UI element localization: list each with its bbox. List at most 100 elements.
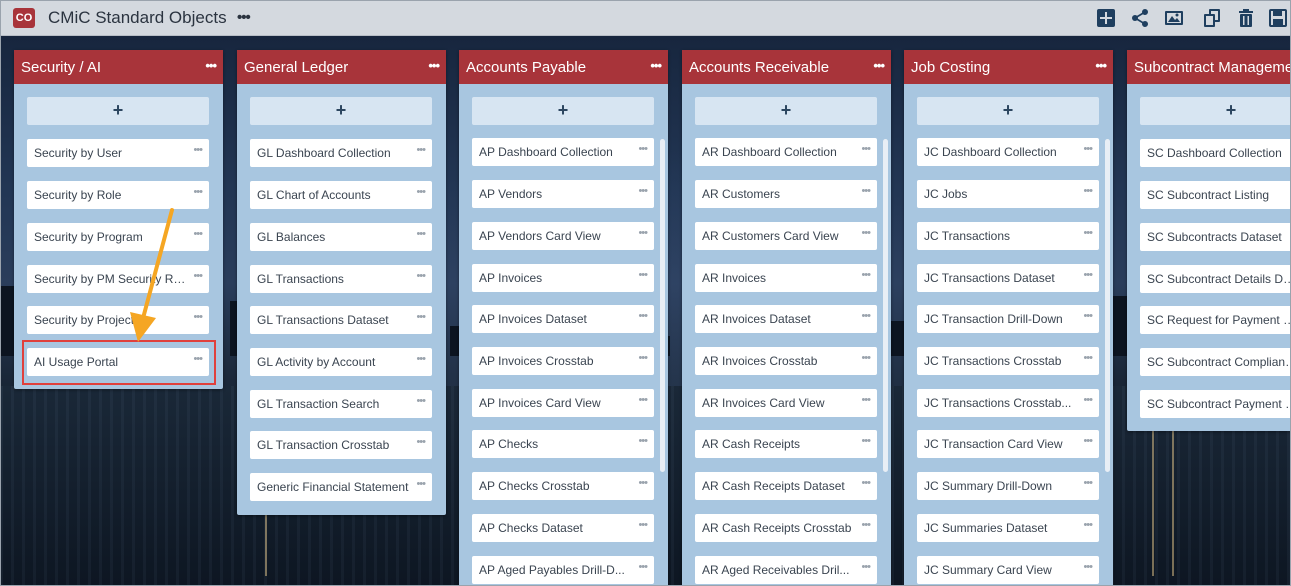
item-menu-icon[interactable]: ••• (193, 228, 203, 240)
list-item[interactable]: GL Transactions Dataset ••• (250, 306, 432, 334)
item-menu-icon[interactable]: ••• (861, 435, 871, 447)
item-menu-icon[interactable]: ••• (638, 227, 648, 239)
image-icon[interactable] (1164, 8, 1184, 28)
list-item[interactable]: GL Activity by Account ••• (250, 348, 432, 376)
list-item[interactable]: SC Subcontract Listing (1140, 181, 1291, 209)
item-menu-icon[interactable]: ••• (638, 519, 648, 531)
item-menu-icon[interactable]: ••• (193, 270, 203, 282)
save-icon[interactable] (1268, 8, 1288, 28)
list-item[interactable]: AR Aged Receivables Dril... ••• (695, 556, 877, 584)
trash-icon[interactable] (1236, 8, 1256, 28)
add-item-button[interactable]: + (250, 97, 432, 125)
item-menu-icon[interactable]: ••• (1083, 519, 1093, 531)
item-menu-icon[interactable]: ••• (638, 394, 648, 406)
item-menu-icon[interactable]: ••• (861, 143, 871, 155)
item-menu-icon[interactable]: ••• (638, 310, 648, 322)
list-item[interactable]: AP Invoices Dataset ••• (472, 305, 654, 333)
list-item[interactable]: JC Summary Card View ••• (917, 556, 1099, 584)
item-menu-icon[interactable]: ••• (416, 270, 426, 282)
list-item[interactable]: SC Subcontracts Dataset (1140, 223, 1291, 251)
list-item[interactable]: AP Aged Payables Drill-D... ••• (472, 556, 654, 584)
list-item[interactable]: GL Transactions ••• (250, 265, 432, 293)
item-menu-icon[interactable]: ••• (193, 144, 203, 156)
list-item[interactable]: AP Checks Crosstab ••• (472, 472, 654, 500)
list-item[interactable]: AP Vendors ••• (472, 180, 654, 208)
add-item-button[interactable]: + (1140, 97, 1291, 125)
item-menu-icon[interactable]: ••• (1083, 310, 1093, 322)
list-item[interactable]: AP Dashboard Collection ••• (472, 138, 654, 166)
item-menu-icon[interactable]: ••• (861, 185, 871, 197)
list-item[interactable]: AR Invoices Dataset ••• (695, 305, 877, 333)
list-item[interactable]: GL Dashboard Collection ••• (250, 139, 432, 167)
list-item[interactable]: AP Checks ••• (472, 430, 654, 458)
list-item[interactable]: AR Cash Receipts Crosstab ••• (695, 514, 877, 542)
list-item[interactable]: JC Transactions Dataset ••• (917, 264, 1099, 292)
list-item[interactable]: SC Subcontract Details Dat... (1140, 265, 1291, 293)
add-item-button[interactable]: + (695, 97, 877, 125)
list-item[interactable]: AP Vendors Card View ••• (472, 222, 654, 250)
list-item[interactable]: AR Invoices ••• (695, 264, 877, 292)
list-item[interactable]: GL Transaction Crosstab ••• (250, 431, 432, 459)
list-item[interactable]: AP Invoices Card View ••• (472, 389, 654, 417)
item-menu-icon[interactable]: ••• (861, 394, 871, 406)
item-menu-icon[interactable]: ••• (1083, 269, 1093, 281)
list-item[interactable]: Generic Financial Statement ••• (250, 473, 432, 501)
item-menu-icon[interactable]: ••• (416, 186, 426, 198)
more-options-icon[interactable]: ••• (237, 9, 251, 26)
list-item[interactable]: GL Transaction Search ••• (250, 390, 432, 418)
column-menu-icon[interactable]: ••• (650, 58, 662, 73)
list-item[interactable]: AR Customers ••• (695, 180, 877, 208)
list-item[interactable]: AR Customers Card View ••• (695, 222, 877, 250)
item-menu-icon[interactable]: ••• (861, 561, 871, 573)
item-menu-icon[interactable]: ••• (416, 395, 426, 407)
item-menu-icon[interactable]: ••• (638, 561, 648, 573)
item-menu-icon[interactable]: ••• (193, 311, 203, 323)
add-item-button[interactable]: + (917, 97, 1099, 125)
item-menu-icon[interactable]: ••• (638, 435, 648, 447)
list-item[interactable]: GL Balances ••• (250, 223, 432, 251)
item-menu-icon[interactable]: ••• (416, 144, 426, 156)
item-menu-icon[interactable]: ••• (416, 311, 426, 323)
item-menu-icon[interactable]: ••• (1083, 352, 1093, 364)
item-menu-icon[interactable]: ••• (638, 269, 648, 281)
item-menu-icon[interactable]: ••• (638, 477, 648, 489)
list-item[interactable]: AR Invoices Crosstab ••• (695, 347, 877, 375)
list-item[interactable]: AP Invoices Crosstab ••• (472, 347, 654, 375)
list-item[interactable]: JC Dashboard Collection ••• (917, 138, 1099, 166)
add-icon[interactable] (1096, 8, 1116, 28)
item-menu-icon[interactable]: ••• (1083, 185, 1093, 197)
item-menu-icon[interactable]: ••• (1083, 435, 1093, 447)
item-menu-icon[interactable]: ••• (416, 353, 426, 365)
column-menu-icon[interactable]: ••• (1095, 58, 1107, 73)
add-item-button[interactable]: + (27, 97, 209, 125)
list-item[interactable]: JC Transaction Drill-Down ••• (917, 305, 1099, 333)
list-item[interactable]: JC Transaction Card View ••• (917, 430, 1099, 458)
item-menu-icon[interactable]: ••• (193, 186, 203, 198)
item-menu-icon[interactable]: ••• (1083, 394, 1093, 406)
scrollbar[interactable] (883, 139, 888, 472)
list-item[interactable]: AR Invoices Card View ••• (695, 389, 877, 417)
list-item[interactable]: SC Dashboard Collection (1140, 139, 1291, 167)
item-menu-icon[interactable]: ••• (638, 185, 648, 197)
item-menu-icon[interactable]: ••• (861, 519, 871, 531)
item-menu-icon[interactable]: ••• (861, 352, 871, 364)
item-menu-icon[interactable]: ••• (416, 436, 426, 448)
list-item[interactable]: AR Cash Receipts ••• (695, 430, 877, 458)
list-item[interactable]: JC Summaries Dataset ••• (917, 514, 1099, 542)
list-item[interactable]: JC Jobs ••• (917, 180, 1099, 208)
list-item[interactable]: AP Invoices ••• (472, 264, 654, 292)
item-menu-icon[interactable]: ••• (861, 227, 871, 239)
item-menu-icon[interactable]: ••• (416, 478, 426, 490)
item-menu-icon[interactable]: ••• (1083, 143, 1093, 155)
item-menu-icon[interactable]: ••• (861, 269, 871, 281)
list-item[interactable]: JC Summary Drill-Down ••• (917, 472, 1099, 500)
list-item[interactable]: Security by User ••• (27, 139, 209, 167)
list-item[interactable]: JC Transactions ••• (917, 222, 1099, 250)
item-menu-icon[interactable]: ••• (638, 143, 648, 155)
item-menu-icon[interactable]: ••• (416, 228, 426, 240)
copy-icon[interactable] (1202, 8, 1222, 28)
add-item-button[interactable]: + (472, 97, 654, 125)
list-item[interactable]: SC Subcontract Payment D... (1140, 390, 1291, 418)
item-menu-icon[interactable]: ••• (861, 310, 871, 322)
list-item[interactable]: SC Request for Payment Li... (1140, 306, 1291, 334)
